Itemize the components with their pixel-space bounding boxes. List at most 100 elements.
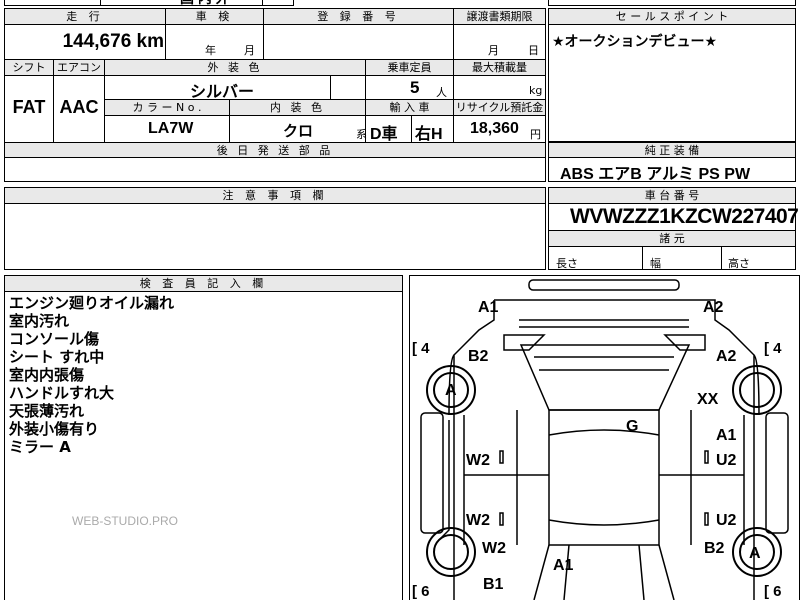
rule (4, 203, 546, 204)
chassis-header: 車 台 番 号 (549, 188, 795, 203)
rule (165, 8, 166, 59)
damage-front-left: A1 (478, 299, 499, 316)
inspector-header: 検 査 員 記 入 欄 (5, 276, 402, 291)
chassis-value: WVWZZZ1KZCW227407 (570, 205, 799, 228)
rule (104, 115, 546, 116)
rule (229, 99, 230, 142)
damage-right-fender: A2 (716, 348, 737, 365)
watermark: WEB-STUDIO.PRO (72, 514, 179, 528)
exterior-color-header: 外 装 色 (105, 60, 365, 75)
width-label: 幅 (650, 257, 661, 270)
inspector-line: 室内内張傷 (9, 366, 85, 384)
inspector-line: 天張薄汚れ (9, 402, 85, 420)
inspector-line: エンジン廻りオイル漏れ (9, 294, 175, 312)
recycle-header: リサイクル預託金 (454, 100, 545, 115)
damage-right-mark: XX (697, 391, 719, 408)
dimensions-header: 諸 元 (549, 231, 795, 246)
damage-right-door-front-1: A1 (716, 427, 737, 444)
shift-value: FAT (12, 97, 46, 117)
rule (330, 75, 331, 99)
inspection-year: 年 (205, 44, 216, 57)
sales-point-header: セ ー ル ス ポ イ ン ト (549, 9, 795, 24)
shipping-header: 後 日 発 送 部 品 (5, 143, 545, 157)
mileage-value: 144,676 km (62, 31, 164, 52)
interior-color-header: 内 装 色 (230, 100, 365, 115)
rule (548, 24, 796, 25)
inspector-line: ハンドルすれ大 (9, 384, 115, 402)
length-label: 長さ (556, 257, 578, 270)
capacity-value: 5 (410, 78, 420, 97)
max-load-unit: kg (529, 84, 543, 97)
bracket-top-right-value: 4 (773, 340, 782, 357)
damage-right-door-front-2: U2 (716, 452, 737, 469)
damage-left-door-front: W2 (466, 452, 490, 469)
sales-point-box (548, 8, 796, 142)
rule (548, 157, 796, 158)
damage-right-door-rear: U2 (716, 512, 737, 529)
interior-color-suffix: 系 (356, 128, 367, 141)
shift-header: シフト (5, 60, 53, 75)
rule (548, 203, 796, 204)
rule (263, 8, 264, 59)
bracket-bottom-left-value: 6 (421, 583, 430, 600)
equipment-header: 純 正 装 備 (549, 143, 795, 157)
capacity-unit: 人 (436, 86, 447, 99)
inspector-line: シート すれ中 (9, 348, 105, 366)
damage-left-fender: B2 (468, 348, 489, 365)
rule (642, 246, 643, 270)
inspector-line: 外装小傷有り (9, 420, 100, 438)
max-load-header: 最大積載量 (454, 60, 545, 75)
damage-trunk: A1 (553, 557, 574, 574)
bracket-top-left-value: 4 (421, 340, 430, 357)
inspector-line: 室内汚れ (9, 312, 70, 330)
import-value-1: D車 (370, 126, 398, 143)
bracket-bottom-right: [ 6 (764, 583, 782, 600)
recycle-unit: 円 (530, 128, 541, 141)
capacity-header: 乗車定員 (366, 60, 453, 75)
top-divider (262, 0, 263, 6)
car-diagram (420, 279, 789, 600)
rule (4, 75, 546, 76)
rule (4, 157, 546, 158)
damage-left-tire: A (445, 382, 457, 399)
notes-header: 注 意 事 項 欄 (5, 188, 545, 203)
damage-roof: G (626, 418, 639, 435)
inspection-header: 車 検 (166, 9, 263, 24)
recycle-value: 18,360 (470, 120, 519, 137)
damage-right-rear-fender: B2 (704, 540, 725, 557)
top-fragment-text: 国 内 外 (180, 0, 230, 8)
top-fragment-right (548, 0, 796, 6)
bracket-top-left: [ 4 (412, 340, 430, 357)
equipment-text: ABS エアB アルミ PS PW (560, 166, 751, 183)
aircon-header: エアコン (54, 60, 104, 75)
inspector-lines: エンジン廻りオイル漏れ 室内汚れ コンソール傷 シート すれ中 室内内張傷 ハン… (9, 294, 174, 456)
damage-left-rear-wheel: W2 (482, 540, 506, 557)
rule (4, 24, 546, 25)
rule (4, 291, 403, 292)
import-value-2: 右H (415, 126, 443, 143)
aircon-value: AAC (59, 97, 99, 117)
damage-right-rear-tire: A (749, 545, 761, 562)
color-no-header: カ ラ ー N o . (105, 100, 229, 115)
rule (548, 246, 796, 247)
import-header: 輸 入 車 (366, 100, 453, 115)
damage-front-right: A2 (703, 299, 724, 316)
inspector-line: ミラー A (9, 438, 71, 456)
inspection-month: 月 (244, 44, 255, 57)
top-divider (100, 0, 101, 6)
rule (453, 8, 454, 59)
inspector-line: コンソール傷 (9, 330, 100, 348)
transfer-day: 日 (528, 44, 539, 57)
registration-header: 登 録 番 号 (264, 9, 453, 24)
sales-point-text: ★オークションデビュー★ (552, 34, 718, 50)
damage-rear-left: B1 (483, 576, 504, 593)
height-label: 高さ (728, 257, 750, 270)
color-no-value: LA7W (148, 120, 194, 137)
bracket-bottom-right-value: 6 (773, 583, 782, 600)
damage-left-door-rear: W2 (466, 512, 490, 529)
transfer-header: 譲渡書類期限 (454, 9, 545, 24)
bracket-top-right: [ 4 (764, 340, 782, 357)
bracket-bottom-left: [ 6 (412, 583, 430, 600)
rule (721, 246, 722, 270)
rule (411, 115, 412, 142)
